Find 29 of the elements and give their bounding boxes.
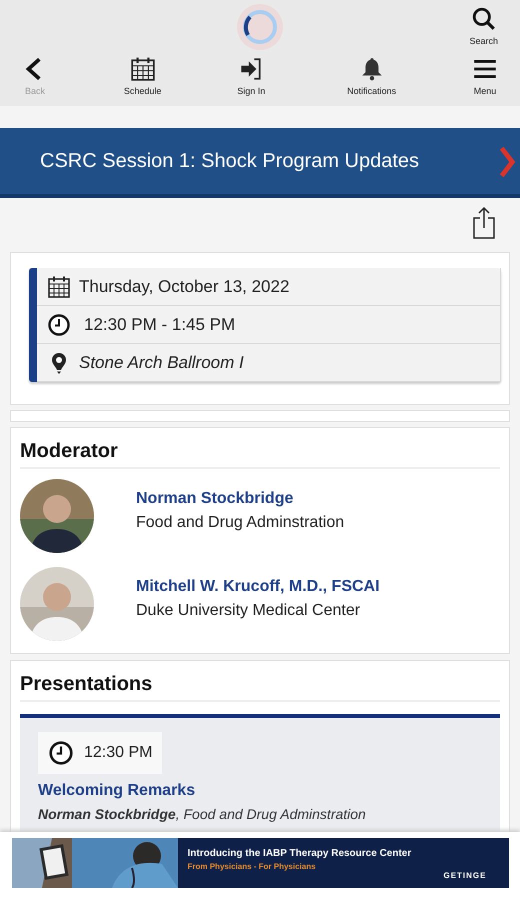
date-text: Thursday, October 13, 2022 bbox=[79, 276, 290, 296]
section-heading: Presentations bbox=[20, 673, 500, 702]
ad-headline: Introducing the IABP Therapy Resource Center bbox=[188, 848, 412, 859]
clock-icon bbox=[47, 312, 71, 336]
calendar-icon bbox=[47, 274, 71, 298]
ad-banner[interactable]: Introducing the IABP Therapy Resource Center From Physicians - For Physicians GETINGE bbox=[12, 838, 508, 888]
speaker-text: Norman Stockbridge, Food and Drug Adminstration bbox=[38, 806, 366, 822]
location-text: Stone Arch Ballroom I bbox=[79, 352, 244, 372]
menu-nav-button[interactable]: Menu bbox=[472, 56, 498, 96]
affiliation-text: Duke University Medical Center bbox=[136, 602, 362, 620]
signin-nav-button[interactable]: Sign In bbox=[237, 56, 266, 96]
time-text: 12:30 PM bbox=[84, 744, 152, 762]
search-icon bbox=[470, 6, 497, 32]
clock-icon bbox=[48, 740, 74, 766]
calendar-icon bbox=[130, 56, 156, 82]
section-heading: Moderator bbox=[20, 440, 500, 469]
loading-spinner-icon bbox=[236, 3, 284, 51]
time-text: 12:30 PM - 1:45 PM bbox=[84, 314, 236, 334]
bell-nav-button[interactable]: Notifications bbox=[347, 56, 396, 96]
share-icon[interactable] bbox=[472, 206, 496, 240]
session-title: CSRC Session 1: Shock Program Updates bbox=[40, 150, 420, 172]
moderator-name-link[interactable]: Norman Stockbridge bbox=[136, 490, 344, 508]
brand-name: GETINGE bbox=[443, 871, 486, 880]
search-button[interactable]: Search bbox=[469, 6, 498, 46]
presentation-title-link[interactable]: Welcoming Remarks bbox=[38, 782, 196, 800]
affiliation-text: Food and Drug Adminstration bbox=[136, 514, 344, 532]
moderator-name-link[interactable]: Mitchell W. Krucoff, M.D., FSCAI bbox=[136, 578, 380, 596]
calendar-nav-button[interactable]: Schedule bbox=[124, 56, 162, 96]
ad-tagline: From Physicians - For Physicians bbox=[188, 862, 317, 871]
